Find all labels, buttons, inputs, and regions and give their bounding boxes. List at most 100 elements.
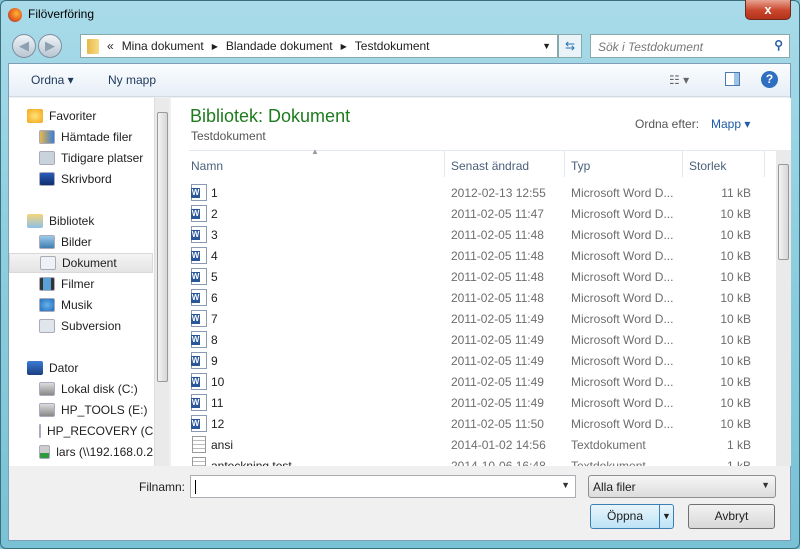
file-row[interactable]: 12 2011-02-05 11:50 Microsoft Word D... … [189,413,759,434]
sidebar-item[interactable]: Musik [9,295,153,315]
sidebar-item[interactable]: HP_RECOVERY (C [9,421,153,441]
computer-icon [27,361,43,375]
file-size: 10 kB [720,249,751,263]
dialog-client: Ordna ▾ Ny mapp ☷ ▾ ? Favoriter Hämtade f… [8,63,791,541]
file-row[interactable]: 3 2011-02-05 11:48 Microsoft Word D... 1… [189,224,759,245]
sidebar-item[interactable]: Hämtade filer [9,127,153,147]
filename-label: Filnamn: [139,480,186,494]
word-document-icon [191,310,207,327]
sidebar-item-label: Bilder [61,235,92,249]
file-row[interactable]: 2 2011-02-05 11:47 Microsoft Word D... 1… [189,203,759,224]
breadcrumb-item[interactable]: Testdokument [355,39,430,53]
file-modified: 2011-02-05 11:49 [451,396,544,410]
sidebar-group-bibliotek[interactable]: Bibliotek [27,211,169,231]
file-type-value: Alla filer [593,480,636,494]
refresh-button[interactable]: ⇆ [558,34,582,58]
file-row[interactable]: 11 2011-02-05 11:49 Microsoft Word D... … [189,392,759,413]
sidebar-item[interactable]: Subversion [9,316,153,336]
file-row[interactable]: 9 2011-02-05 11:49 Microsoft Word D... 1… [189,350,759,371]
file-size: 1 kB [726,459,751,466]
chevron-right-icon[interactable]: ▶ [212,42,218,51]
pictures-icon [39,235,55,249]
search-icon[interactable]: ⚲ [774,38,783,52]
sidebar-scrollbar[interactable] [154,98,169,466]
cancel-button[interactable]: Avbryt [688,504,775,529]
forward-button[interactable]: ▶ [38,34,62,58]
file-type-select[interactable]: Alla filer ▼ [588,475,776,498]
column-size[interactable]: Storlek [689,159,726,173]
arrange-by-dropdown[interactable]: Mapp ▾ [711,117,750,131]
organize-button[interactable]: Ordna ▾ [31,73,74,87]
file-size: 10 kB [720,270,751,284]
file-row[interactable]: ansi 2014-01-02 14:56 Textdokument 1 kB [189,434,759,455]
chevron-down-icon[interactable]: ▼ [542,41,551,51]
file-size: 10 kB [720,354,751,368]
sidebar-item[interactable]: Filmer [9,274,153,294]
address-bar[interactable]: « Mina dokument ▶ Blandade dokument ▶ Test… [80,34,558,58]
file-size: 1 kB [726,438,751,452]
sidebar-item-label: Musik [61,298,93,312]
file-row[interactable]: 7 2011-02-05 11:49 Microsoft Word D... 1… [189,308,759,329]
word-document-icon [191,415,207,432]
filename-input[interactable]: ▼ [190,475,576,498]
breadcrumb-item[interactable]: Mina dokument [122,39,204,53]
open-button[interactable]: Öppna ▼ [590,504,674,529]
videos-icon [39,277,55,291]
file-modified: 2011-02-05 11:49 [451,375,544,389]
new-folder-button[interactable]: Ny mapp [108,73,156,87]
sidebar-item[interactable]: HP_TOOLS (E:) [9,400,153,420]
sidebar-group-dator[interactable]: Dator [27,358,169,378]
search-input[interactable]: Sök i Testdokument ⚲ [590,34,790,58]
sidebar-item[interactable]: Tidigare platser [9,148,153,168]
file-row[interactable]: 1 2012-02-13 12:55 Microsoft Word D... 1… [189,182,759,203]
view-options-icon[interactable]: ☷ ▾ [669,73,689,87]
file-row[interactable]: 10 2011-02-05 11:49 Microsoft Word D... … [189,371,759,392]
breadcrumb-overflow[interactable]: « [107,39,114,53]
file-row[interactable]: 5 2011-02-05 11:48 Microsoft Word D... 1… [189,266,759,287]
sidebar-item-label: Hämtade filer [61,130,133,144]
file-type: Microsoft Word D... [571,333,674,347]
column-type[interactable]: Typ [571,159,590,173]
sidebar-group-favoriter[interactable]: Favoriter [27,106,169,126]
back-button[interactable]: ◀ [12,34,36,58]
sidebar-item[interactable]: Bilder [9,232,153,252]
help-icon[interactable]: ? [761,71,778,88]
word-document-icon [191,226,207,243]
file-type: Microsoft Word D... [571,417,674,431]
preview-pane-icon[interactable] [725,72,740,86]
word-document-icon [191,352,207,369]
file-type: Microsoft Word D... [571,354,674,368]
file-modified: 2011-02-05 11:48 [451,249,544,263]
sidebar-group-label: Favoriter [49,109,97,123]
file-modified: 2011-02-05 11:50 [451,417,544,431]
file-size: 10 kB [720,228,751,242]
scrollbar-thumb[interactable] [778,164,789,260]
file-row[interactable]: 6 2011-02-05 11:48 Microsoft Word D... 1… [189,287,759,308]
file-type: Microsoft Word D... [571,396,674,410]
chevron-down-icon: ▼ [761,480,770,490]
scrollbar-thumb[interactable] [157,112,168,382]
file-row[interactable]: anteckning.test 2014-10-06 16:48 Textdok… [189,455,759,466]
column-modified[interactable]: Senast ändrad [451,159,529,173]
file-name: 10 [211,375,225,389]
file-row[interactable]: 4 2011-02-05 11:48 Microsoft Word D... 1… [189,245,759,266]
sidebar-item[interactable]: lars (\\192.168.0.2 [9,442,153,462]
sidebar-item[interactable]: Skrivbord [9,169,153,189]
open-split-dropdown[interactable]: ▼ [659,505,673,528]
sidebar-item[interactable]: Dokument [9,253,153,273]
close-button[interactable]: x [745,0,791,20]
file-size: 10 kB [720,207,751,221]
column-name[interactable]: Namn [191,159,223,173]
dialog-footer: Filnamn: ▼ Alla filer ▼ Öppna ▼ Avbryt [9,466,790,540]
file-row[interactable]: 8 2011-02-05 11:49 Microsoft Word D... 1… [189,329,759,350]
window-title: Filöverföring [28,7,95,21]
chevron-down-icon[interactable]: ▼ [561,480,570,490]
sidebar-item[interactable]: Lokal disk (C:) [9,379,153,399]
sort-ascending-icon: ▲ [311,147,319,156]
file-type: Microsoft Word D... [571,249,674,263]
file-size: 10 kB [720,312,751,326]
breadcrumb-item[interactable]: Blandade dokument [226,39,333,53]
file-list-scrollbar[interactable] [776,150,791,466]
chevron-right-icon[interactable]: ▶ [341,42,347,51]
word-document-icon [191,184,207,201]
